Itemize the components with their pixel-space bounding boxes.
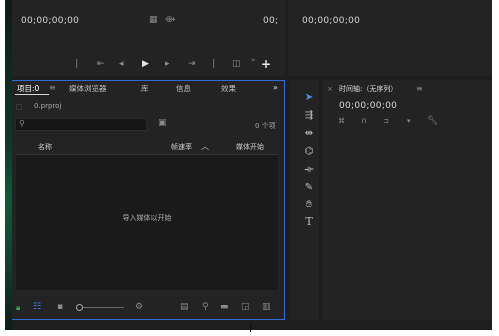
razor-icon[interactable]: ⌬	[302, 146, 316, 158]
column-header: 名称 帧速率 ︿ 媒体开始	[16, 140, 278, 155]
export-frame-icon[interactable]: ◫	[232, 59, 241, 69]
timeline-title: 时间轴:（无序列）	[339, 85, 398, 93]
mark-out-icon[interactable]: ❘	[210, 59, 218, 69]
source-timecode[interactable]: 00;00;00;00	[21, 16, 79, 26]
tab-libraries[interactable]: 库	[141, 83, 149, 94]
go-to-in-icon[interactable]: ⇤	[97, 59, 105, 69]
project-file-name: 0.prproj	[34, 102, 62, 110]
pen-icon[interactable]: ✎	[302, 182, 316, 194]
timeline-timecode[interactable]: 00;00;00;00	[339, 101, 397, 111]
zoom-slider-handle[interactable]	[76, 304, 83, 311]
add-icon[interactable]: +	[261, 58, 271, 70]
find-icon[interactable]: ⚲	[202, 302, 209, 312]
zoom-slider[interactable]	[76, 304, 124, 311]
search-icon: ⚲	[19, 119, 25, 128]
tabs-overflow-icon[interactable]: »	[273, 83, 278, 92]
tab-info[interactable]: 信息	[176, 83, 191, 94]
film-icon[interactable]: ▦	[149, 15, 158, 25]
play-icon[interactable]: ▶	[142, 59, 149, 69]
selection-tool-icon[interactable]: ➤	[302, 92, 316, 104]
program-timecode[interactable]: 00;00;00;00	[302, 16, 360, 26]
hand-icon[interactable]: ✋︎	[302, 199, 316, 211]
trash-icon[interactable]: ▥	[262, 302, 271, 312]
new-item-icon[interactable]: ◲	[241, 302, 250, 312]
column-media-start[interactable]: 媒体开始	[236, 142, 264, 152]
tab-media-browser[interactable]: 媒体浏览器	[69, 83, 107, 94]
column-name[interactable]: 名称	[38, 142, 52, 152]
premiere-window: 00;00;00;00 ▦ ⟴ 00; ❘ ⇤ ◂ ▶ ▸ ⇥ ❘ ◫ » + …	[5, 0, 492, 330]
wrench-icon[interactable]: 🔧︎	[427, 116, 438, 126]
automate-icon[interactable]: ⚙	[135, 302, 143, 312]
source-monitor: 00;00;00;00 ▦ ⟴ 00; ❘ ⇤ ◂ ▶ ▸ ⇥ ❘ ◫ » +	[5, 0, 285, 76]
mouse-cursor-icon	[250, 323, 251, 332]
slip-icon[interactable]: ⟛	[302, 164, 316, 176]
tab-effects[interactable]: 效果	[221, 83, 236, 94]
program-monitor: 00;00;00;00	[288, 0, 492, 76]
project-list-area[interactable]: 导入媒体以开始	[16, 155, 278, 290]
source-duration-timecode[interactable]: 00;	[263, 16, 278, 26]
search-box[interactable]: ⚲	[15, 118, 147, 131]
lock-icon[interactable]: 🔒︎	[16, 303, 20, 313]
snap-icon[interactable]: ∩	[361, 116, 367, 126]
type-icon[interactable]: T	[302, 216, 316, 228]
column-frame-rate[interactable]: 帧速率	[171, 142, 192, 152]
item-count: 0 个项	[255, 122, 276, 130]
list-view-icon[interactable]: ☷	[33, 302, 41, 312]
search-input[interactable]	[28, 119, 142, 129]
ripple-edit-icon[interactable]: ⇹	[302, 128, 316, 140]
sort-ascending-icon[interactable]: ︿	[201, 142, 209, 152]
marker-icon[interactable]: ▾	[407, 116, 411, 126]
linked-selection-icon[interactable]: ⊐	[383, 116, 389, 126]
step-forward-icon[interactable]: ▸	[165, 59, 170, 69]
go-to-out-icon[interactable]: ⇥	[188, 59, 196, 69]
menu-icon[interactable]: ≡	[49, 83, 56, 93]
new-bin-icon[interactable]: ▣	[158, 118, 167, 128]
timeline-menu-icon[interactable]: ≡	[416, 84, 423, 94]
sort-icon[interactable]: ▤	[180, 302, 189, 312]
step-back-icon[interactable]: ◂	[119, 59, 124, 69]
active-tab-underline	[15, 94, 49, 95]
arrow-in-icon[interactable]: ⟴	[165, 15, 175, 25]
nest-icon[interactable]: ⌘	[338, 116, 345, 126]
overwrite-icon[interactable]: »	[251, 55, 255, 65]
empty-message: 导入媒体以开始	[122, 214, 172, 222]
mark-in-icon[interactable]: ❘	[73, 59, 81, 69]
icon-view-icon[interactable]: ▪	[57, 302, 63, 312]
tab-project[interactable]: 项目:0	[17, 83, 39, 94]
close-icon[interactable]: ×	[327, 84, 333, 94]
new-folder-icon[interactable]: ▬	[220, 302, 229, 312]
track-select-icon[interactable]: ⇶	[302, 110, 316, 122]
project-file-icon: ⬚	[16, 103, 23, 111]
background-strip	[5, 0, 12, 330]
